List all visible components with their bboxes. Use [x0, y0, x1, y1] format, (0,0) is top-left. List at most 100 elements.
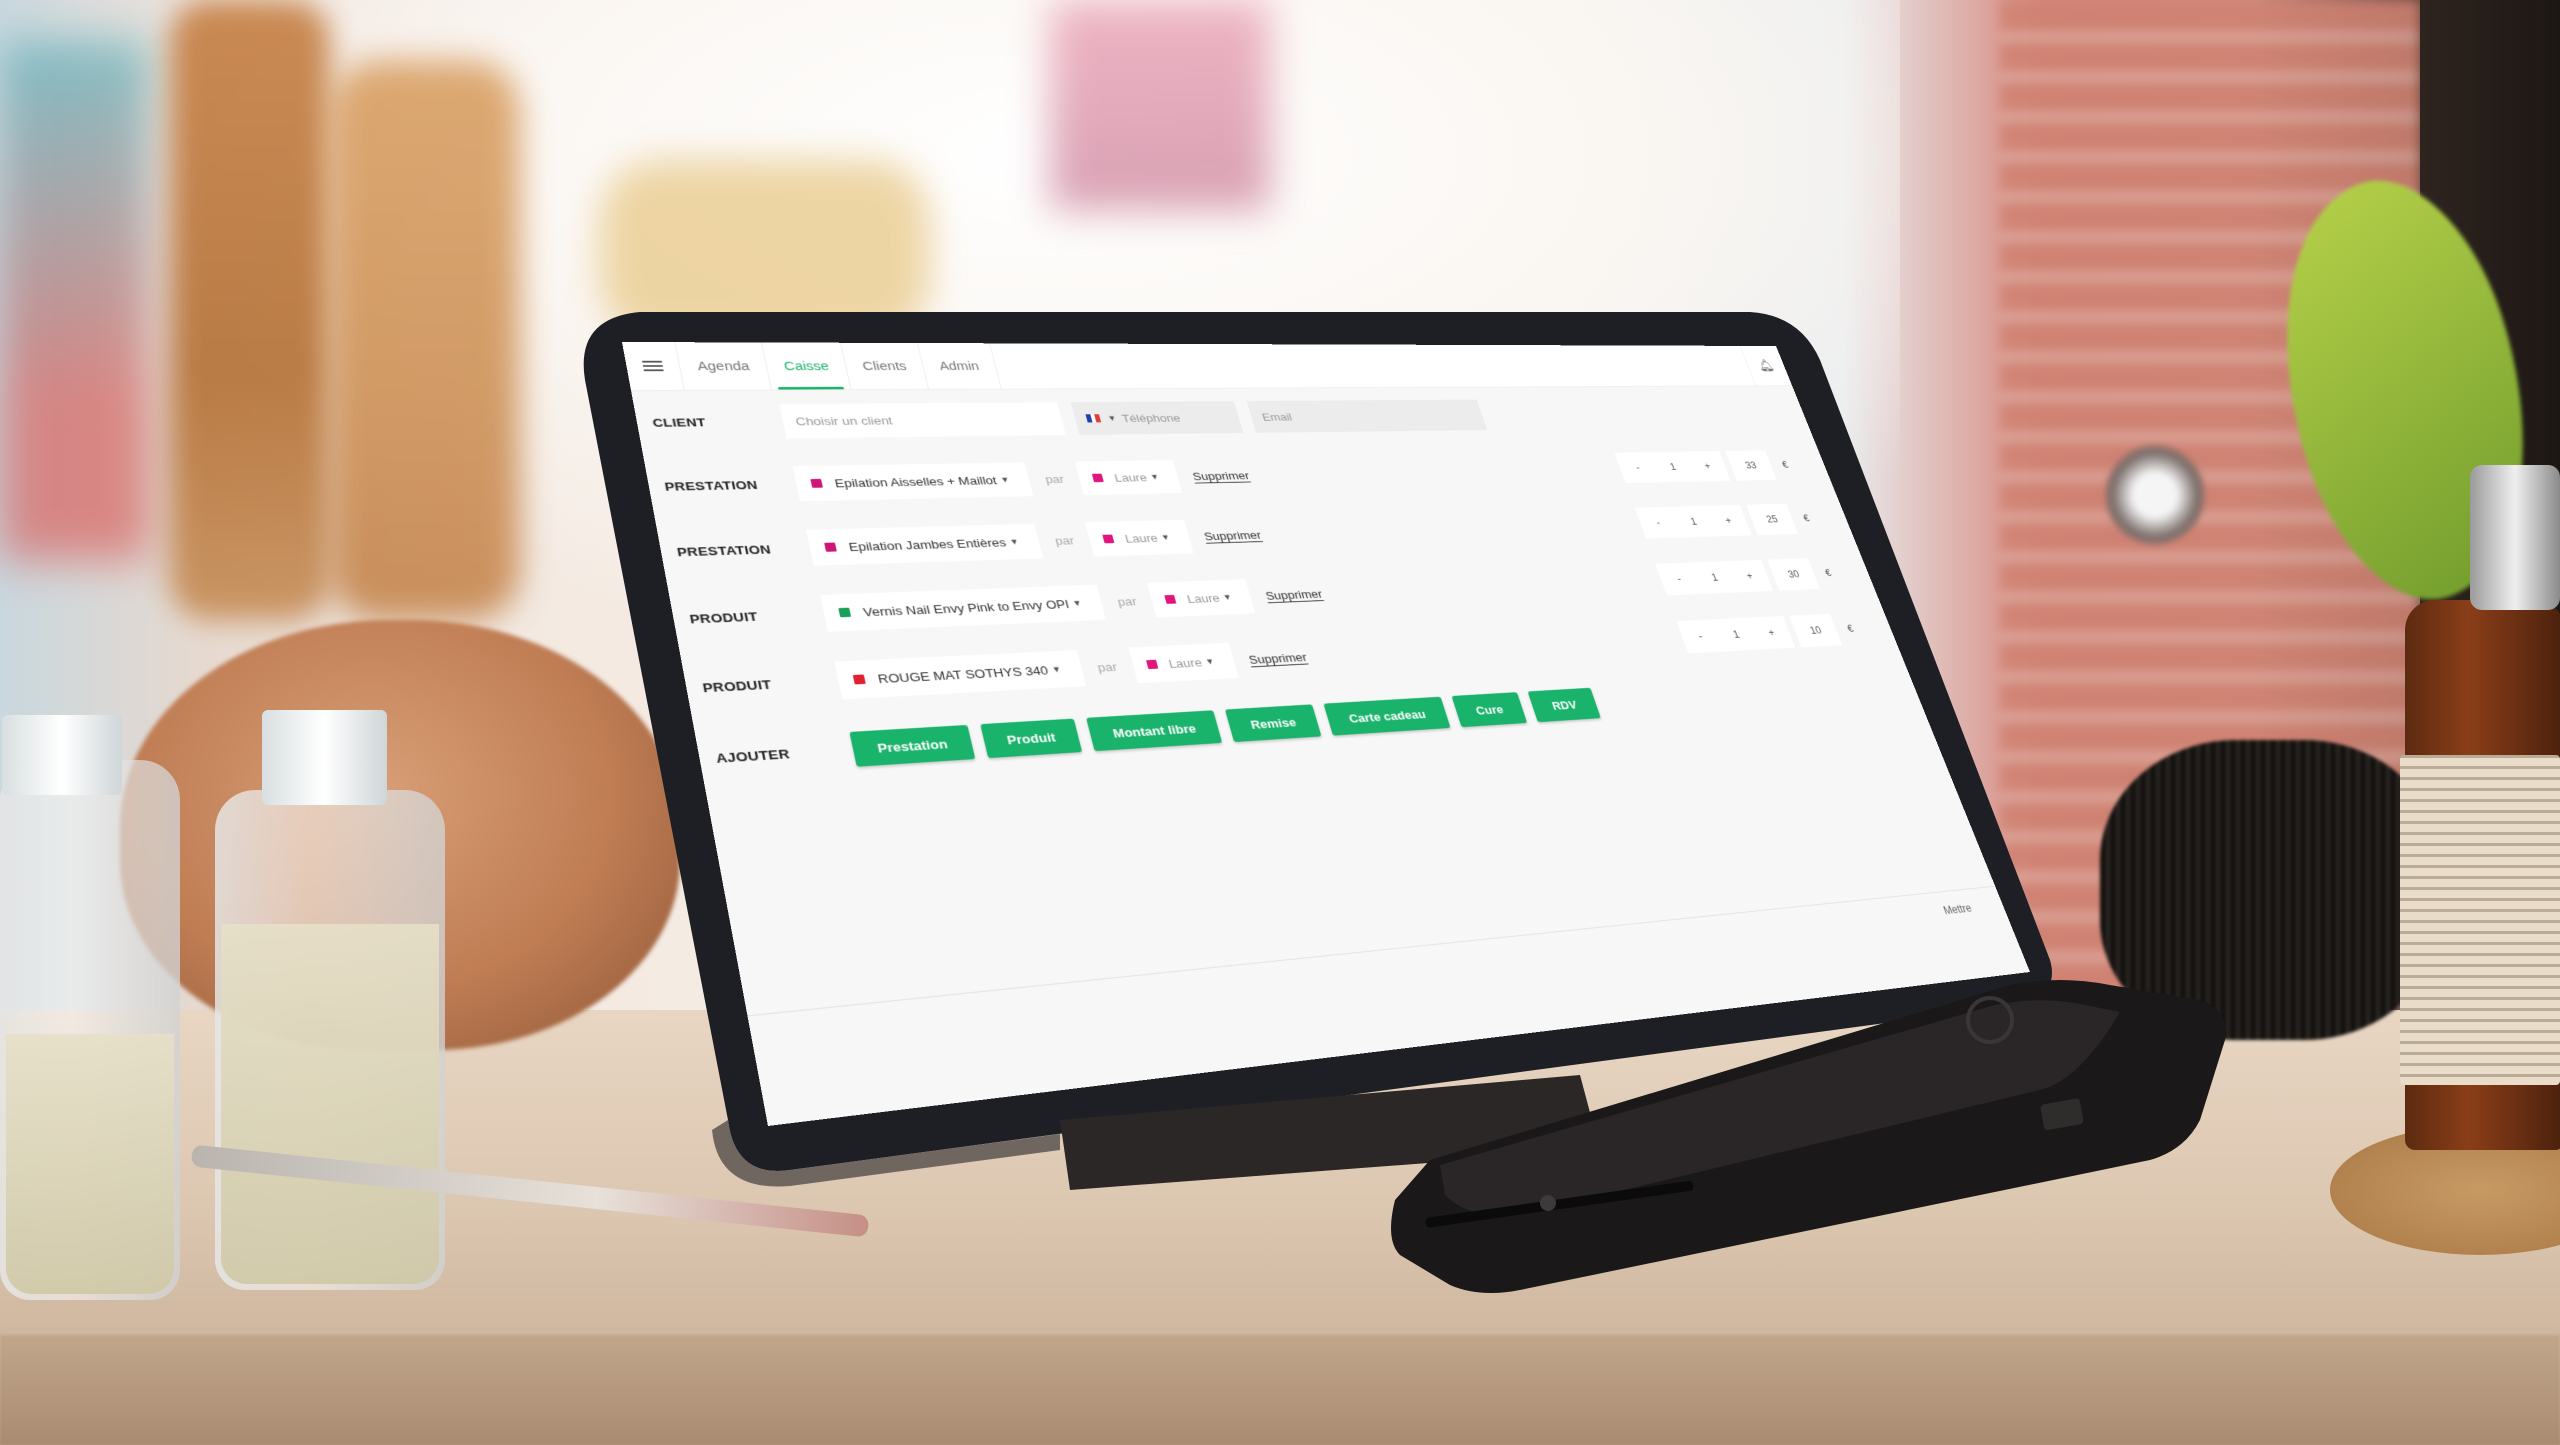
line-type-label: PRODUIT [701, 676, 773, 695]
glass-bottle [0, 760, 180, 1300]
table-edge [0, 1335, 2560, 1445]
add-rdv-button[interactable]: RDV [1527, 687, 1601, 723]
tab-caisse[interactable]: Caisse [762, 342, 852, 390]
currency-label: € [1845, 623, 1856, 635]
add-produit-button[interactable]: Produit [979, 718, 1083, 759]
staff-select[interactable]: Laure ▼ [1075, 459, 1183, 496]
bell-icon: 🔔︎ [1756, 360, 1777, 373]
item-color-swatch [852, 674, 866, 685]
price-input[interactable]: 33 [1725, 450, 1777, 481]
item-select[interactable]: ROUGE MAT SOTHYS 340 ▼ [834, 650, 1087, 700]
caret-down-icon: ▼ [1204, 656, 1216, 667]
item-select[interactable]: Epilation Jambes Entières ▼ [806, 523, 1044, 566]
bottle-liquid [6, 1034, 174, 1294]
photo-scene: Agenda Caisse Clients Admin 🔔︎ CLIENT Ch… [0, 0, 2560, 1445]
staff-color-swatch [1102, 534, 1115, 544]
add-montant-libre-button[interactable]: Montant libre [1086, 710, 1222, 752]
quantity-stepper: - 1 + 25 € [1634, 503, 1811, 539]
delete-link[interactable]: Supprimer [1264, 587, 1324, 602]
item-name: ROUGE MAT SOTHYS 340 [876, 662, 1050, 686]
caret-down-icon: ▼ [1008, 537, 1020, 547]
price-input[interactable]: 10 [1789, 613, 1843, 648]
footer-divider [747, 885, 1996, 1017]
staff-name: Laure [1123, 531, 1160, 545]
caret-down-icon: ▼ [1160, 532, 1172, 542]
delete-link[interactable]: Supprimer [1247, 650, 1308, 666]
staff-color-swatch [1164, 594, 1177, 604]
background-wooden-object [170, 0, 330, 620]
add-prestation-button[interactable]: Prestation [849, 724, 975, 767]
delete-link[interactable]: Supprimer [1191, 469, 1251, 482]
hair-brush [2100, 740, 2440, 1040]
item-name: Vernis Nail Envy Pink to Envy OPI [861, 596, 1071, 619]
caret-down-icon: ▼ [999, 475, 1011, 485]
item-name: Epilation Jambes Entières [847, 535, 1008, 554]
staff-name: Laure [1112, 470, 1149, 484]
spray-pump [2470, 465, 2560, 610]
client-label: CLIENT [651, 415, 707, 429]
add-remise-button[interactable]: Remise [1224, 704, 1322, 743]
line-type-label: PRESTATION [675, 542, 772, 559]
bottle-liquid [221, 924, 439, 1284]
staff-color-swatch [1092, 473, 1104, 483]
tab-agenda[interactable]: Agenda [675, 342, 773, 390]
caret-down-icon: ▼ [1071, 598, 1083, 608]
email-input[interactable]: Email [1246, 399, 1488, 433]
currency-label: € [1801, 512, 1812, 524]
par-label: par [1115, 594, 1138, 609]
par-label: par [1053, 533, 1076, 547]
staff-select[interactable]: Laure ▼ [1085, 519, 1194, 557]
caret-down-icon: ▼ [1221, 592, 1233, 602]
tab-clients[interactable]: Clients [840, 342, 929, 390]
wall-lamp [2105, 445, 2205, 545]
line-type-label: PRESTATION [663, 477, 759, 494]
background-shelf-items [0, 40, 150, 560]
par-label: par [1095, 659, 1119, 674]
france-flag-icon[interactable] [1085, 414, 1102, 423]
item-color-swatch [838, 607, 852, 618]
tab-admin[interactable]: Admin [917, 343, 1002, 389]
client-placeholder: Choisir un client [794, 413, 894, 428]
item-select[interactable]: Epilation Aisselles + Maillot ▼ [792, 462, 1034, 502]
bottle-cap [2, 715, 122, 795]
price-input[interactable]: 30 [1767, 558, 1820, 591]
bottle-cap [262, 710, 387, 805]
client-select-input[interactable]: Choisir un client [779, 402, 1066, 439]
staff-select[interactable]: Laure ▼ [1128, 642, 1239, 684]
hamburger-menu-icon [642, 365, 663, 367]
line-type-label: PRODUIT [688, 609, 759, 626]
delete-link[interactable]: Supprimer [1202, 528, 1262, 542]
currency-label: € [1780, 459, 1790, 470]
staff-color-swatch [1145, 659, 1159, 670]
item-name: Epilation Aisselles + Maillot [833, 473, 998, 490]
phone-placeholder: Téléphone [1120, 411, 1182, 425]
item-select[interactable]: Vernis Nail Envy Pink to Envy OPI ▼ [820, 584, 1107, 632]
glass-bottle [215, 790, 445, 1290]
par-label: par [1043, 472, 1066, 486]
background-basket [600, 160, 930, 340]
top-navigation-bar: Agenda Caisse Clients Admin 🔔︎ [622, 342, 1793, 392]
background-shelf-items [1050, 0, 1270, 210]
price-input[interactable]: 25 [1746, 503, 1799, 536]
amber-bottle-label [2400, 755, 2560, 1085]
add-label: AJOUTER [714, 745, 791, 766]
item-color-swatch [824, 542, 837, 552]
quantity-stepper: - 1 + 30 € [1655, 558, 1833, 596]
email-placeholder: Email [1260, 410, 1294, 423]
currency-label: € [1823, 567, 1833, 579]
caret-down-icon: ▼ [1050, 664, 1063, 675]
quantity-stepper: - 1 + 33 € [1614, 450, 1790, 484]
phone-input[interactable]: ▼ Téléphone [1070, 401, 1244, 435]
caret-down-icon: ▼ [1149, 472, 1160, 482]
add-cure-button[interactable]: Cure [1451, 692, 1528, 728]
staff-name: Laure [1166, 655, 1204, 671]
add-carte-cadeau-button[interactable]: Carte cadeau [1323, 696, 1451, 736]
quantity-stepper: - 1 + 10 € [1676, 613, 1855, 654]
staff-select[interactable]: Laure ▼ [1147, 579, 1256, 618]
footer-action-text[interactable]: Mettre [1942, 902, 1974, 917]
staff-name: Laure [1185, 590, 1222, 606]
menu-button[interactable] [622, 342, 685, 391]
caret-down-icon[interactable]: ▼ [1107, 414, 1118, 422]
item-color-swatch [810, 478, 823, 488]
